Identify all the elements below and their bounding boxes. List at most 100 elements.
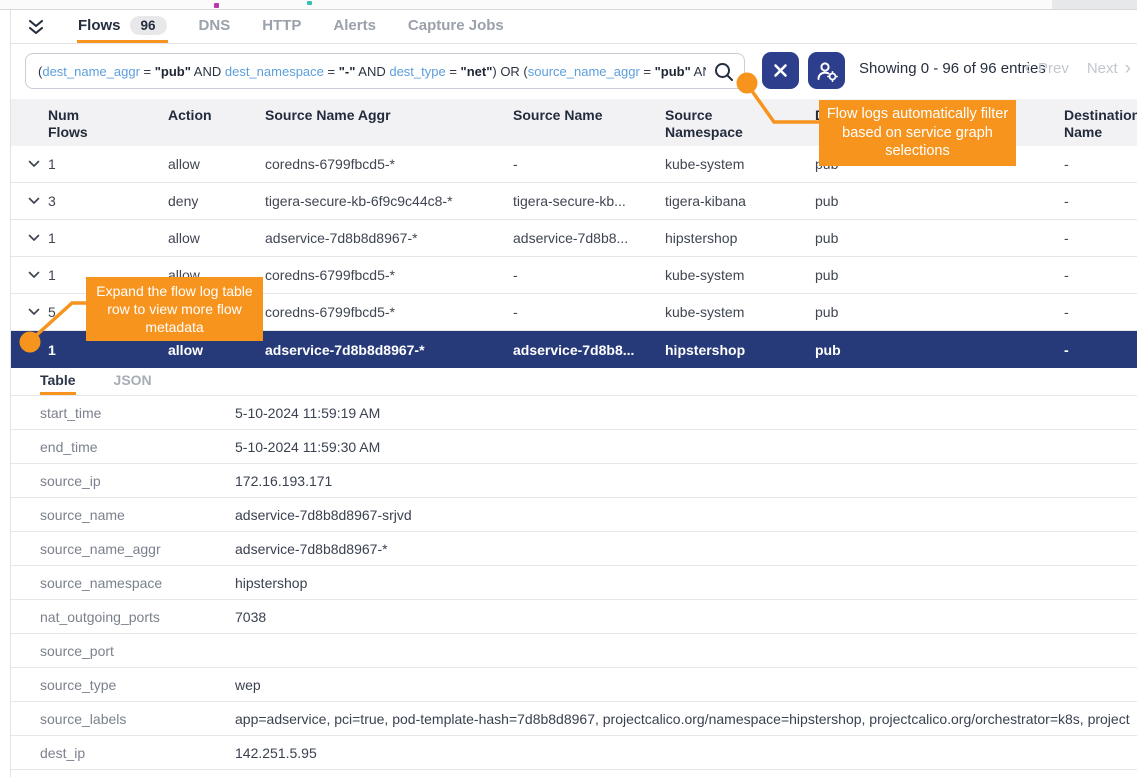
detail-field-key: source_type [40,677,235,693]
chevron-down-icon [28,308,40,316]
cell-destination-name: - [1064,156,1137,172]
detail-field-key: source_name [40,507,235,523]
query-segment-op: AND [191,64,225,79]
chevron-right-icon: › [1125,59,1131,78]
query-segment-op: = [140,64,155,79]
detail-tab-json[interactable]: JSON [114,368,152,395]
service-graph-edge [0,0,1137,10]
query-segment-field: dest_type [389,64,445,79]
header-dest-name-aggr: Dest Name Aggr [815,107,1064,124]
tab-dns[interactable]: DNS [198,11,232,43]
filter-row: (dest_name_aggr = "pub" AND dest_namespa… [11,44,1137,93]
cell-dest-name-aggr: pub [815,342,1064,358]
query-segment-val: "-" [339,64,356,79]
detail-field-row: dest_ip142.251.5.95 [11,735,1137,769]
chevron-left-icon: ‹ [1025,59,1031,78]
detail-field-key: source_labels [40,711,235,727]
cell-destination-name: - [1064,193,1137,209]
cell-destination-name: - [1064,267,1137,283]
detail-field-value: 172.16.193.171 [235,473,1137,489]
detail-field-key: source_port [40,643,235,659]
detail-end-divider [11,769,1137,770]
scrollbar-artifact [1052,0,1137,9]
flow-log-table: Num Flows Action Source Name Aggr Source… [11,93,1137,368]
detail-field-value: 7038 [235,609,1137,625]
pagination: ‹ Prev Next › [1025,44,1131,93]
tab-http[interactable]: HTTP [261,11,302,43]
cell-dest-name-aggr: pub [815,193,1064,209]
cell-source-name: - [513,156,665,172]
cell-action: allow [168,156,265,172]
detail-field-value: hipstershop [235,575,1137,591]
collapse-panel-button[interactable] [25,17,47,37]
tab-capture-jobs-label: Capture Jobs [408,17,504,34]
tab-flows[interactable]: Flows 96 [77,11,168,43]
cell-source-name: - [513,304,665,320]
detail-field-key: source_namespace [40,575,235,591]
flow-row[interactable]: 1allowcoredns-6799fbcd5-*-kube-systempub… [11,257,1137,294]
detail-field-key: nat_outgoing_ports [40,609,235,625]
expand-row-toggle[interactable] [28,308,48,316]
detail-field-value: adservice-7d8b8d8967-* [235,541,1137,557]
expand-row-toggle[interactable] [28,160,48,168]
tab-dns-label: DNS [199,17,231,34]
cell-source-name: tigera-secure-kb... [513,193,665,209]
flow-row[interactable]: 5allowcoredns-6799fbcd5-*-kube-systempub… [11,294,1137,331]
detail-tabs: Table JSON [11,368,1137,395]
detail-field-value: app=adservice, pci=true, pod-template-ha… [235,711,1137,727]
flow-row[interactable]: 3denytigera-secure-kb-6f9c9c44c8-*tigera… [11,183,1137,220]
tab-alerts[interactable]: Alerts [332,11,377,43]
query-segment-op: ) OR ( [492,64,527,79]
cell-source-name-aggr: coredns-6799fbcd5-* [265,304,513,320]
cell-source-name-aggr: coredns-6799fbcd5-* [265,156,513,172]
detail-field-key: start_time [40,405,235,421]
cell-num-flows: 3 [48,193,168,209]
query-search-input[interactable]: (dest_name_aggr = "pub" AND dest_namespa… [25,53,745,89]
cell-source-name-aggr: tigera-secure-kb-6f9c9c44c8-* [265,193,513,209]
expand-row-toggle[interactable] [28,234,48,242]
entries-count-text: Showing 0 - 96 of 96 entries [859,44,1046,93]
tab-http-label: HTTP [262,17,301,34]
detail-field-row: source_ip172.16.193.171 [11,463,1137,497]
cell-source-namespace: kube-system [665,267,815,283]
detail-fields: start_time5-10-2024 11:59:19 AMend_time5… [11,395,1137,769]
cell-num-flows: 1 [48,267,168,283]
chevron-down-icon [28,160,40,168]
detail-tab-table[interactable]: Table [40,368,76,395]
detail-field-value: wep [235,677,1137,693]
next-page-button[interactable]: Next › [1087,59,1131,78]
cell-destination-name: - [1064,342,1137,358]
detail-field-row: source_typewep [11,667,1137,701]
query-segment-val: "pub" [155,64,191,79]
cell-action: allow [168,304,265,320]
user-settings-button[interactable] [808,52,845,89]
query-segment-op: ANI [691,64,706,79]
tab-capture-jobs[interactable]: Capture Jobs [407,11,505,43]
flow-row-selected[interactable]: 1allowadservice-7d8b8d8967-*adservice-7d… [11,331,1137,368]
chevron-down-icon [28,271,40,279]
flows-count-badge: 96 [130,16,167,35]
person-gear-icon [815,59,839,83]
query-segment-field: dest_namespace [225,64,324,79]
next-label: Next [1087,60,1118,77]
search-icon[interactable] [713,61,735,88]
detail-field-row: source_namespacehipstershop [11,565,1137,599]
chevron-down-icon [28,234,40,242]
detail-field-row: nat_outgoing_ports7038 [11,599,1137,633]
detail-field-value: adservice-7d8b8d8967-srjvd [235,507,1137,523]
flow-detail-panel: Table JSON start_time5-10-2024 11:59:19 … [11,368,1137,770]
cell-source-name-aggr: coredns-6799fbcd5-* [265,267,513,283]
flow-row[interactable]: 1allowadservice-7d8b8d8967-*adservice-7d… [11,220,1137,257]
query-segment-val: "net" [461,64,493,79]
cell-source-name-aggr: adservice-7d8b8d8967-* [265,230,513,246]
flow-row[interactable]: 1allowcoredns-6799fbcd5-*-kube-systempub… [11,146,1137,183]
detail-field-key: end_time [40,439,235,455]
clear-filter-button[interactable] [762,52,799,89]
expand-row-toggle[interactable] [28,271,48,279]
detail-field-row: source_port [11,633,1137,667]
prev-page-button[interactable]: ‹ Prev [1025,59,1069,78]
expand-row-toggle[interactable] [28,197,48,205]
detail-field-row: source_name_aggradservice-7d8b8d8967-* [11,531,1137,565]
cell-source-name-aggr: adservice-7d8b8d8967-* [265,342,513,358]
prev-label: Prev [1038,60,1069,77]
